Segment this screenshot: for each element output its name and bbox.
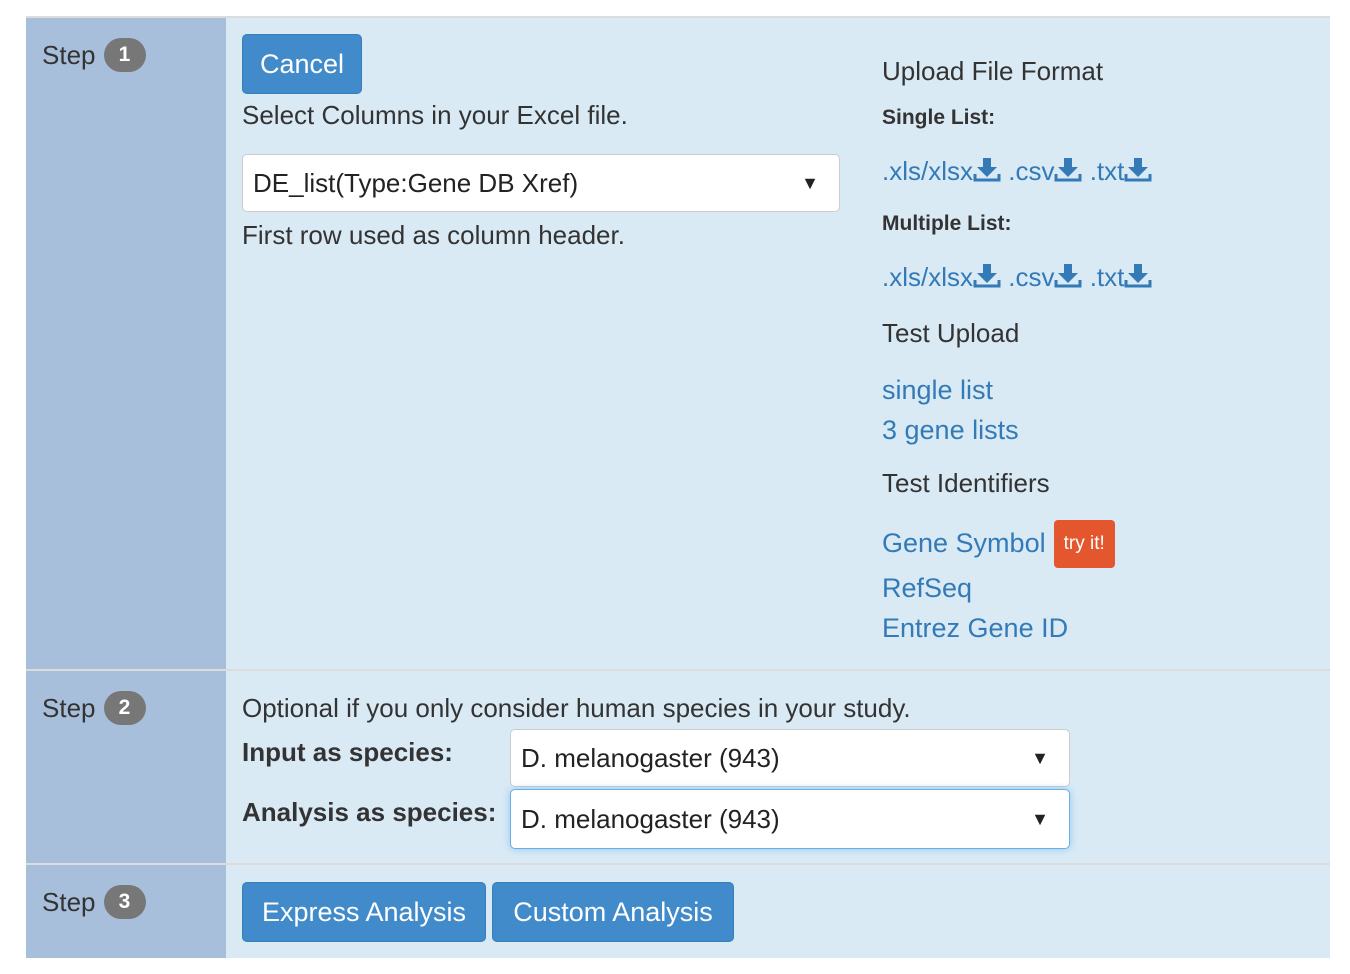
download-icon (1124, 264, 1152, 288)
step-2-content: Optional if you only consider human spec… (226, 671, 1330, 865)
try-it-badge: try it! (1053, 520, 1115, 568)
upload-steps-table: Step 1 Cancel Select Columns in your Exce… (26, 16, 1330, 958)
download-single-csv[interactable]: .csv (1008, 156, 1082, 186)
download-icon (1054, 158, 1082, 182)
download-icon (1054, 264, 1082, 288)
download-multiple-csv[interactable]: .csv (1008, 262, 1082, 292)
step-text: Step (42, 39, 96, 70)
single-list-link[interactable]: single list (882, 370, 1019, 410)
download-single-txt[interactable]: .txt (1090, 156, 1153, 186)
multiple-list-label: Multiple List: (882, 212, 1012, 235)
analysis-species-label: Analysis as species: (242, 797, 497, 827)
step-3-cell: Step 3 (26, 865, 226, 958)
express-analysis-button[interactable]: Express Analysis (242, 882, 486, 942)
step-1-cell: Step 1 (26, 18, 226, 671)
analysis-species-value: D. melanogaster (943) (521, 803, 780, 834)
step-3-row: Step 3 Express Analysis Custom Analysis (26, 863, 1330, 958)
input-species-label: Input as species: (242, 737, 453, 767)
column-select-value: DE_list(Type:Gene DB Xref) (253, 167, 579, 198)
test-identifiers-title: Test Identifiers (882, 468, 1050, 498)
download-icon (973, 264, 1001, 288)
select-columns-instruction: Select Columns in your Excel file. (242, 100, 628, 130)
entrez-gene-id-link[interactable]: Entrez Gene ID (882, 608, 1115, 648)
step-2-row: Step 2 Optional if you only consider huma… (26, 669, 1330, 865)
download-multiple-xls[interactable]: .xls/xlsx (882, 262, 1001, 292)
species-note: Optional if you only consider human spec… (242, 693, 911, 723)
custom-analysis-button[interactable]: Custom Analysis (492, 882, 734, 942)
analysis-species-select[interactable]: D. melanogaster (943) ▼ (510, 789, 1070, 849)
input-species-select[interactable]: D. melanogaster (943) ▼ (510, 729, 1070, 787)
download-icon (1124, 158, 1152, 182)
step-badge: 2 (103, 691, 146, 725)
step-badge: 3 (103, 885, 146, 919)
three-gene-lists-link[interactable]: 3 gene lists (882, 410, 1019, 450)
single-list-label: Single List: (882, 106, 996, 129)
test-upload-title: Test Upload (882, 318, 1020, 348)
download-icon (973, 158, 1001, 182)
step-badge: 1 (103, 38, 146, 72)
header-note: First row used as column header. (242, 220, 625, 250)
step-3-content: Express Analysis Custom Analysis (226, 865, 1330, 958)
column-select[interactable]: DE_list(Type:Gene DB Xref) ▼ (242, 154, 840, 212)
step-1-label: Step 1 (42, 38, 146, 72)
step-text: Step (42, 692, 96, 723)
single-list-downloads: .xls/xlsx .csv .txt (882, 156, 1152, 187)
dropdown-arrow-icon: ▼ (801, 172, 819, 193)
dropdown-arrow-icon: ▼ (1031, 808, 1049, 829)
step-text: Step (42, 886, 96, 917)
step-3-label: Step 3 (42, 885, 146, 919)
gene-symbol-link[interactable]: Gene Symbol (882, 528, 1046, 558)
cancel-button[interactable]: Cancel (242, 34, 362, 94)
identifier-links: Gene Symbol try it! RefSeq Entrez Gene ID (882, 520, 1115, 648)
step-1-row: Step 1 Cancel Select Columns in your Exce… (26, 16, 1330, 671)
dropdown-arrow-icon: ▼ (1031, 747, 1049, 768)
step-2-cell: Step 2 (26, 671, 226, 865)
step-1-content: Cancel Select Columns in your Excel file… (226, 18, 1330, 671)
upload-format-title: Upload File Format (882, 56, 1104, 86)
multiple-list-downloads: .xls/xlsx .csv .txt (882, 262, 1152, 293)
download-single-xls[interactable]: .xls/xlsx (882, 156, 1001, 186)
test-upload-links: single list 3 gene lists (882, 370, 1019, 450)
download-multiple-txt[interactable]: .txt (1090, 262, 1153, 292)
refseq-link[interactable]: RefSeq (882, 568, 1115, 608)
step-2-label: Step 2 (42, 691, 146, 725)
input-species-value: D. melanogaster (943) (521, 742, 780, 773)
